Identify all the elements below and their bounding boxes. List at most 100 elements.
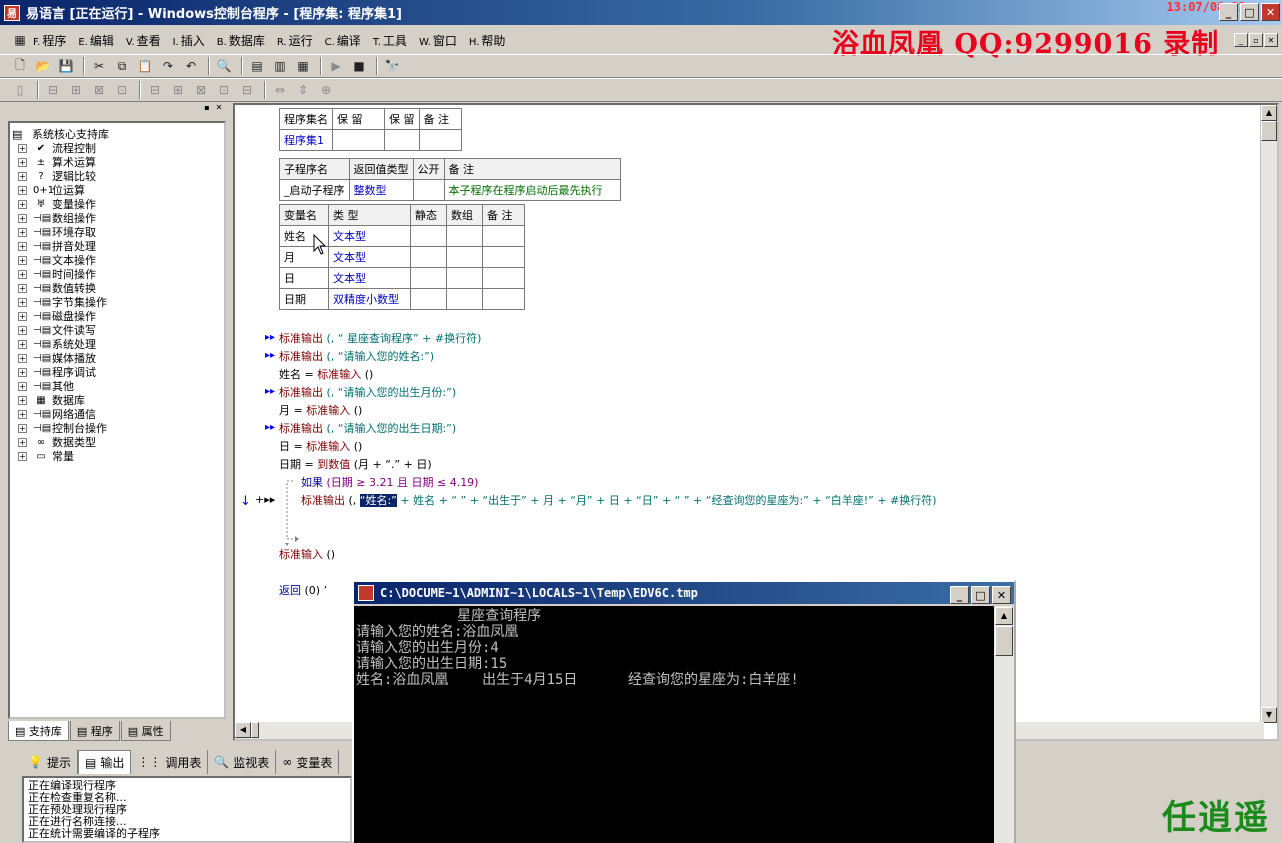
expand-icon[interactable]: +: [18, 241, 27, 251]
expand-icon[interactable]: +: [18, 269, 27, 279]
scroll-thumb[interactable]: [1261, 121, 1277, 141]
tree-item[interactable]: +0+1 位运算: [12, 183, 222, 197]
expand-icon[interactable]: +: [18, 185, 27, 195]
expand-icon[interactable]: +: [18, 395, 27, 405]
tree-item[interactable]: + ▭ 常量: [12, 449, 222, 463]
expand-icon[interactable]: +: [18, 423, 27, 433]
tree-item[interactable]: + ⊣▤ 磁盘操作: [12, 309, 222, 323]
expand-icon[interactable]: +: [18, 381, 27, 391]
align-icon-2[interactable]: ⊟: [43, 81, 63, 99]
tree-item[interactable]: + ⊣▤ 其他: [12, 379, 222, 393]
paste-icon[interactable]: 📋: [135, 57, 155, 75]
open-folder-icon[interactable]: 📂: [33, 57, 53, 75]
mdi-document-icon[interactable]: ▦: [10, 31, 30, 49]
tree-item[interactable]: + ⊣▤ 文本操作: [12, 253, 222, 267]
stop-icon[interactable]: ■: [349, 57, 369, 75]
tree-item[interactable]: + ⊣▤ 字节集操作: [12, 295, 222, 309]
menu-window[interactable]: W. 窗口: [419, 32, 457, 49]
panel-close-icon[interactable]: ✕: [214, 103, 224, 113]
expand-icon[interactable]: +: [18, 171, 27, 181]
console-scrollbar[interactable]: ▲: [994, 606, 1014, 843]
tree-item[interactable]: + ⊣▤ 程序调试: [12, 365, 222, 379]
menu-insert[interactable]: I. 插入: [173, 32, 205, 49]
tab-watch[interactable]: 🔍 监视表: [208, 750, 277, 774]
expand-icon[interactable]: +: [18, 143, 27, 153]
align-icon-11[interactable]: ⇔: [270, 81, 290, 99]
tab-support-library[interactable]: ▤ 支持库: [8, 721, 69, 741]
copy-icon[interactable]: ⧉: [112, 57, 132, 75]
console-window[interactable]: C:\DOCUME~1\ADMINI~1\LOCALS~1\Temp\EDV6C…: [352, 580, 1016, 843]
console-titlebar[interactable]: C:\DOCUME~1\ADMINI~1\LOCALS~1\Temp\EDV6C…: [354, 582, 1014, 604]
tree-item[interactable]: + ⊣▤ 文件读写: [12, 323, 222, 337]
align-icon-9[interactable]: ⊡: [214, 81, 234, 99]
code-line[interactable]: 如果 (日期 ≥ 3.21 且 日期 ≤ 4.19): [301, 474, 478, 490]
assembly-name-cell[interactable]: 程序集1: [279, 129, 333, 151]
tab-call-stack[interactable]: ⋮⋮ 调用表: [131, 750, 209, 774]
menu-compile[interactable]: C. 编译: [325, 32, 361, 49]
expand-icon[interactable]: +: [18, 255, 27, 265]
console-minimize-button[interactable]: _: [950, 586, 969, 604]
menu-edit[interactable]: E. 编辑: [78, 32, 114, 49]
tree-item[interactable]: + ± 算术运算: [12, 155, 222, 169]
console-maximize-button[interactable]: □: [971, 586, 990, 604]
panel-pin-icon[interactable]: ▪: [202, 103, 212, 113]
tree-item[interactable]: +? 逻辑比较: [12, 169, 222, 183]
minimize-button[interactable]: _: [1219, 3, 1238, 21]
run-icon[interactable]: ▶: [326, 57, 346, 75]
expand-icon[interactable]: +: [18, 339, 27, 349]
scroll-hthumb[interactable]: [251, 722, 259, 738]
new-file-icon[interactable]: 🗋: [10, 57, 30, 75]
menu-program[interactable]: F. 程序: [33, 32, 66, 49]
code-line[interactable]: 标准输出 (, “请输入您的出生日期:”): [279, 420, 456, 436]
align-icon-4[interactable]: ⊠: [89, 81, 109, 99]
tree-item[interactable]: + ⊣▤ 时间操作: [12, 267, 222, 281]
mdi-restore-button[interactable]: ▫: [1249, 33, 1263, 47]
code-line[interactable]: 标准输入 (): [279, 546, 335, 562]
expand-icon[interactable]: +: [18, 353, 27, 363]
menu-run[interactable]: R. 运行: [277, 32, 313, 49]
subroutine-name-cell[interactable]: _启动子程序: [279, 179, 350, 201]
mdi-minimize-button[interactable]: _: [1234, 33, 1248, 47]
expand-icon[interactable]: +: [18, 311, 27, 321]
align-icon-3[interactable]: ⊞: [66, 81, 86, 99]
code-line[interactable]: 标准输出 (, “姓名:” + 姓名 + “ ” + “出生于” + 月 + “…: [301, 492, 937, 508]
cut-icon[interactable]: ✂: [89, 57, 109, 75]
breakpoint-plus-icon[interactable]: +▸▸: [255, 493, 275, 506]
menu-database[interactable]: B. 数据库: [217, 32, 265, 49]
find-icon[interactable]: 🔍: [214, 57, 234, 75]
tab-program[interactable]: ▤ 程序: [69, 721, 120, 741]
code-line[interactable]: 标准输出 (, “ 星座查询程序” + #换行符): [279, 330, 481, 346]
align-icon-12[interactable]: ⇕: [293, 81, 313, 99]
tree-item[interactable]: + ⊣▤ 数组操作: [12, 211, 222, 225]
tree-item[interactable]: + ⊣▤ 系统处理: [12, 337, 222, 351]
scroll-left-icon[interactable]: ◀: [235, 722, 251, 738]
expand-icon[interactable]: +: [18, 437, 27, 447]
expand-icon[interactable]: +: [18, 283, 27, 293]
code-line[interactable]: 日期 = 到数值 (月 + “.” + 日): [279, 456, 432, 472]
tree-item[interactable]: + ∞ 数据类型: [12, 435, 222, 449]
expand-icon[interactable]: +: [18, 199, 27, 209]
tab-properties[interactable]: ▤ 属性: [120, 721, 171, 741]
tree-item[interactable]: + ⊣▤ 数值转换: [12, 281, 222, 295]
console-close-button[interactable]: ✕: [992, 586, 1011, 604]
expand-icon[interactable]: +: [18, 157, 27, 167]
scroll-up-icon[interactable]: ▲: [1261, 105, 1277, 121]
tree-item[interactable]: + ▦ 数据库: [12, 393, 222, 407]
maximize-button[interactable]: □: [1240, 3, 1259, 21]
expand-icon[interactable]: +: [18, 409, 27, 419]
save-icon[interactable]: 💾: [56, 57, 76, 75]
tree-item[interactable]: + ⊣▤ 网络通信: [12, 407, 222, 421]
tree-item[interactable]: + ⊣▤ 环境存取: [12, 225, 222, 239]
align-icon-5[interactable]: ⊡: [112, 81, 132, 99]
expand-icon[interactable]: +: [18, 325, 27, 335]
align-icon-8[interactable]: ⊠: [191, 81, 211, 99]
align-icon-7[interactable]: ⊞: [168, 81, 188, 99]
tree-root[interactable]: ▤ 系统核心支持库: [12, 127, 222, 142]
expand-icon[interactable]: +: [18, 297, 27, 307]
code-line[interactable]: 标准输出 (, “请输入您的出生月份:”): [279, 384, 456, 400]
layout-2-icon[interactable]: ▥: [270, 57, 290, 75]
tab-variables[interactable]: ∞ 变量表: [276, 750, 340, 774]
expand-icon[interactable]: +: [18, 451, 27, 461]
tree-item[interactable]: + ✔ 流程控制: [12, 141, 222, 155]
layout-1-icon[interactable]: ▤: [247, 57, 267, 75]
